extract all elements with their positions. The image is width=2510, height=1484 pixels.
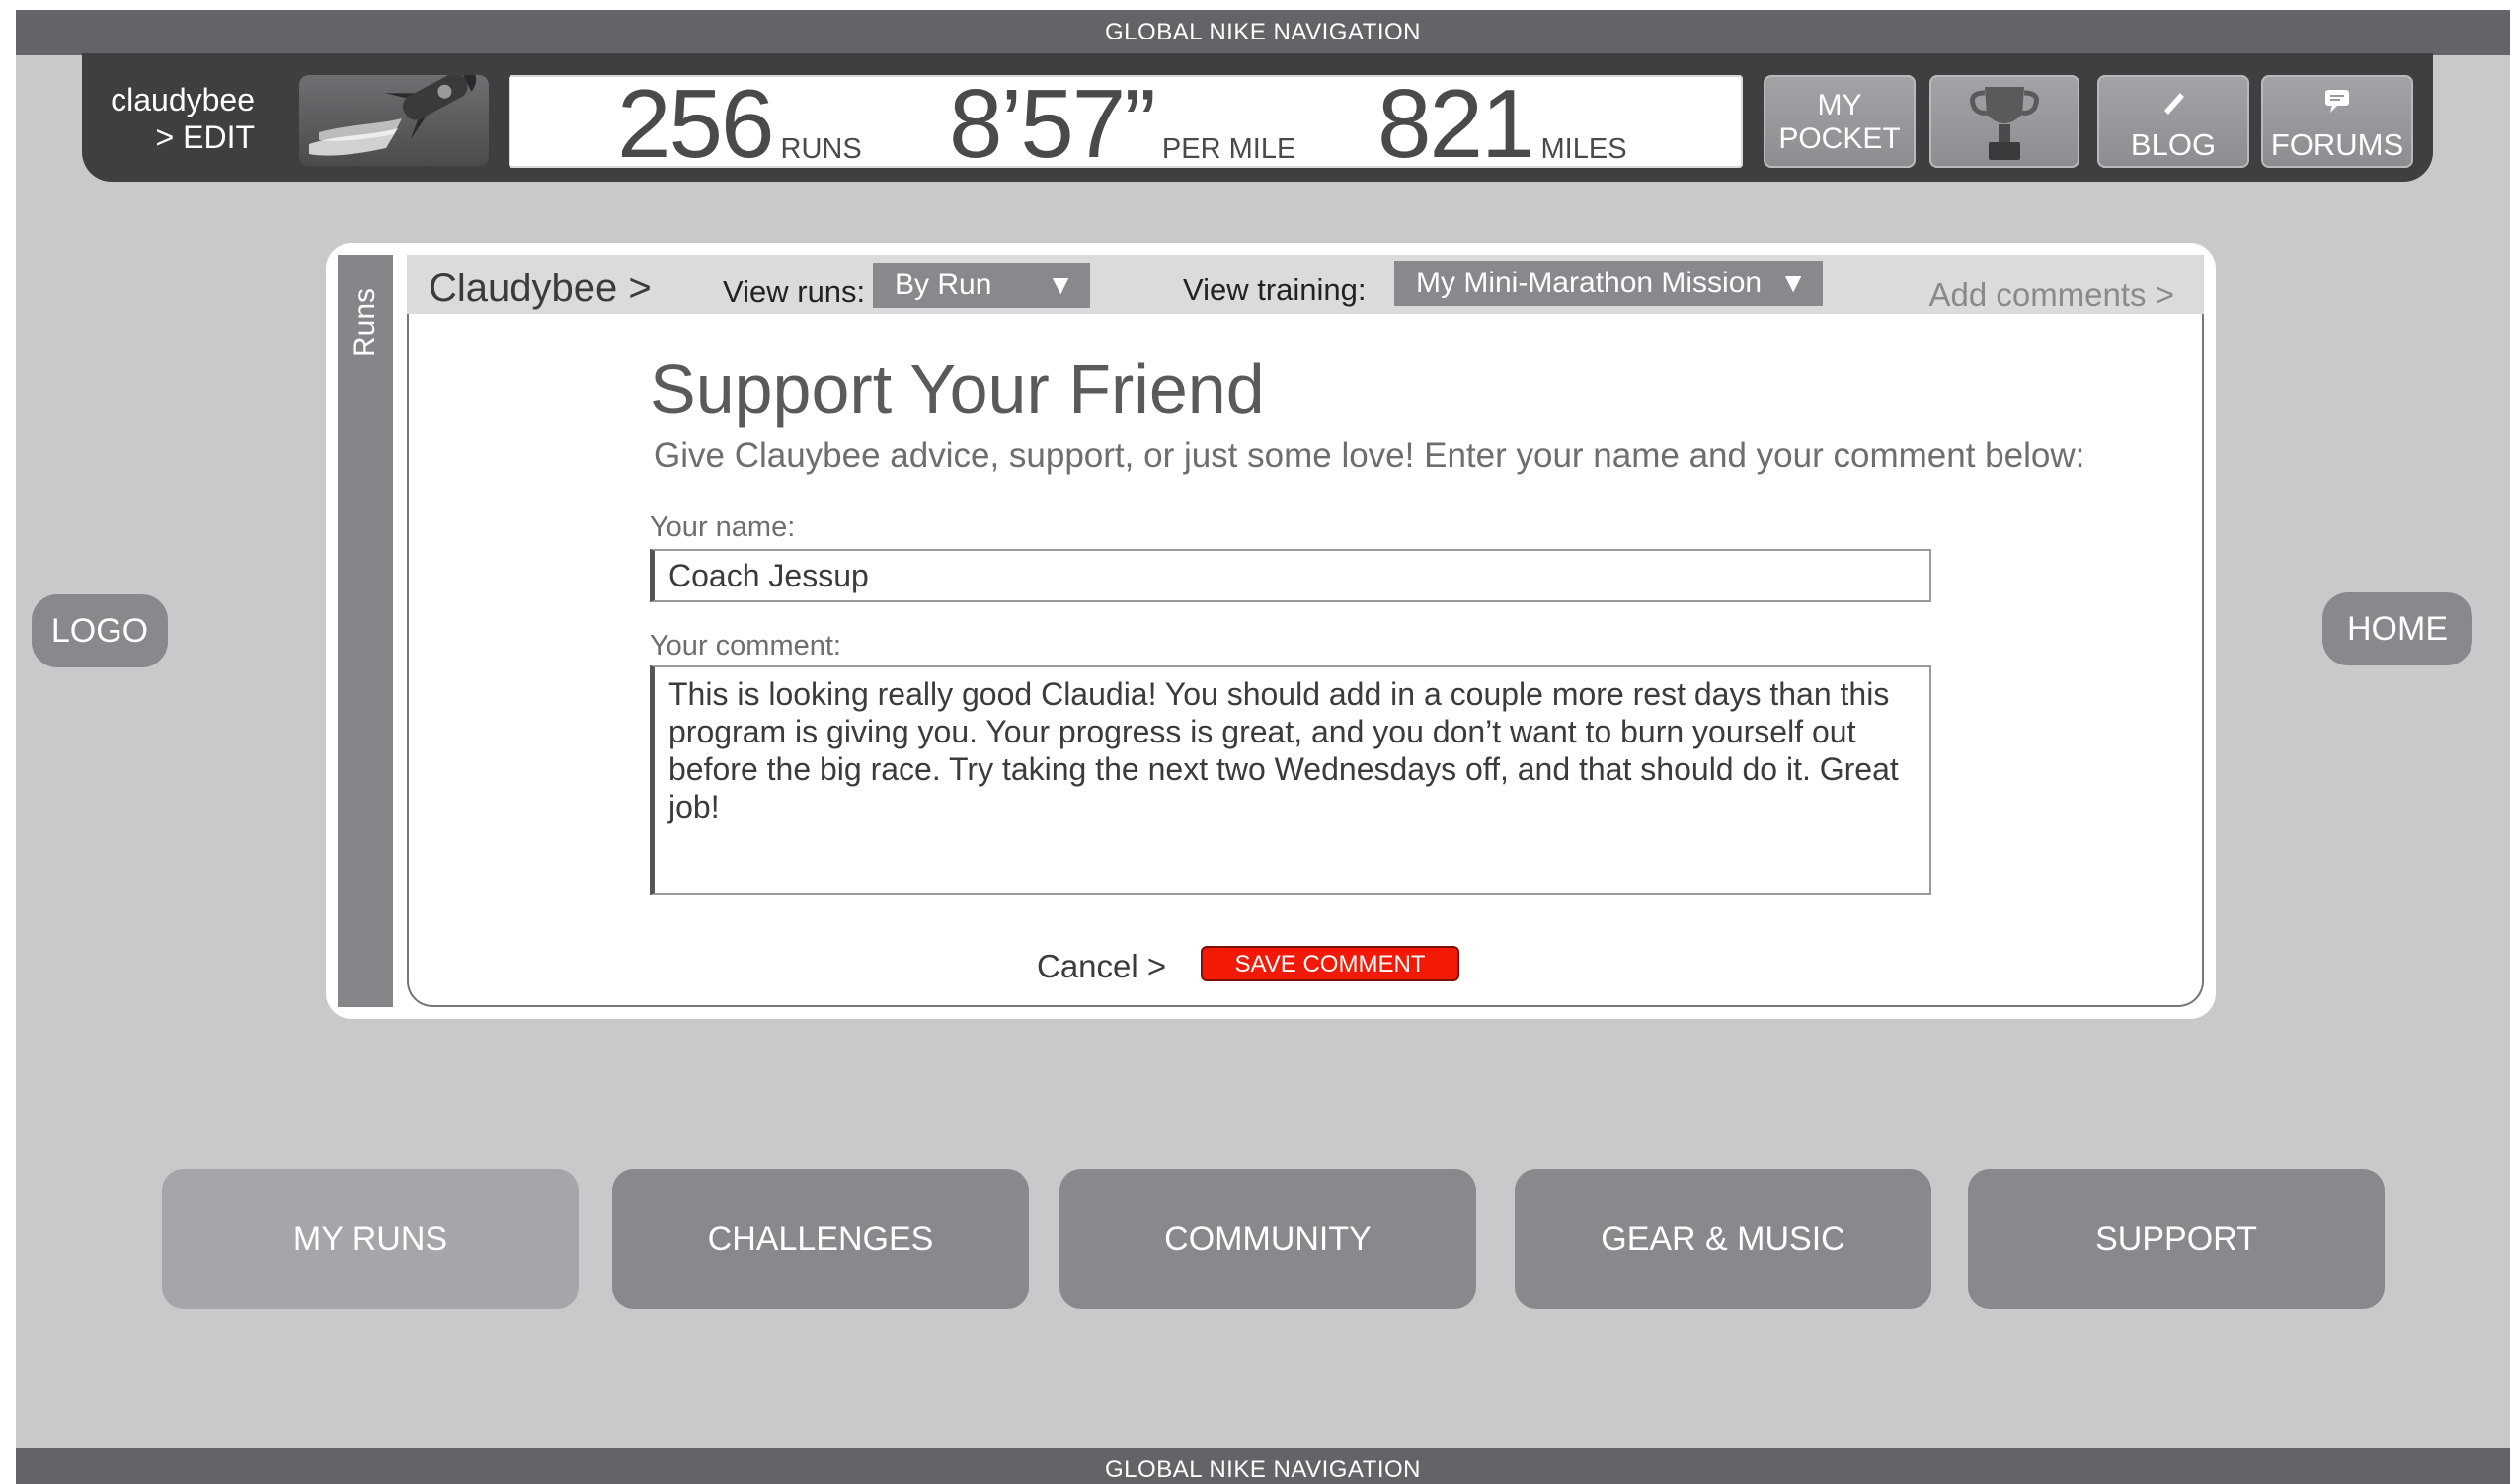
miles-count: 821 [1377,69,1535,178]
view-runs-label: View runs: [723,274,866,309]
view-runs-value: By Run [895,269,992,301]
stat-miles: 821 MILES [1377,75,1627,172]
cancel-button[interactable]: Cancel > [1037,948,1166,985]
pencil-icon [2097,87,2249,122]
view-runs-select[interactable]: By Run ▼ [873,263,1090,308]
comment-field[interactable]: This is looking really good Claudia! You… [650,665,1931,895]
save-comment-button[interactable]: SAVE COMMENT [1201,946,1459,981]
rocket-icon[interactable] [299,75,489,166]
blog-button[interactable]: BLOG [2097,75,2249,168]
stats-header-bar: claudybee > EDIT 256 RUNS 8’57” PER MILE… [82,53,2433,182]
name-label: Your name: [650,511,796,543]
miles-unit: MILES [1540,133,1627,165]
logo-button[interactable]: LOGO [32,594,168,667]
my-pocket-line2: POCKET [1778,122,1901,155]
global-nav-top[interactable]: GLOBAL NIKE NAVIGATION [16,10,2510,55]
nav-support[interactable]: SUPPORT [1968,1169,2385,1309]
user-block: claudybee > EDIT [82,81,255,156]
stat-pace: 8’57” PER MILE [949,75,1296,172]
nav-my-runs[interactable]: MY RUNS [162,1169,579,1309]
runs-tab[interactable]: Runs [338,255,393,1007]
page-subtitle: Give Clauybee advice, support, or just s… [654,436,2085,475]
pace-unit: PER MILE [1161,133,1296,165]
runs-tab-label: Runs [349,287,381,357]
support-friend-card: Runs Claudybee > View runs: By Run ▼ Vie… [326,243,2216,1019]
runs-count: 256 [617,69,775,178]
forums-label: FORUMS [2270,127,2404,162]
speech-bubble-icon [2261,87,2413,122]
chevron-down-icon: ▼ [1047,270,1074,300]
chevron-down-icon: ▼ [1779,268,1807,298]
home-button[interactable]: HOME [2322,592,2472,665]
global-nav-bottom[interactable]: GLOBAL NIKE NAVIGATION [16,1448,2510,1484]
stat-runs: 256 RUNS [617,75,862,172]
trophy-icon [1970,87,2039,160]
stats-panel: 256 RUNS 8’57” PER MILE 821 MILES [509,75,1743,172]
runs-unit: RUNS [780,133,862,165]
forums-button[interactable]: FORUMS [2261,75,2413,168]
comment-label: Your comment: [650,630,841,662]
username[interactable]: claudybee [82,81,255,118]
view-training-select[interactable]: My Mini-Marathon Mission ▼ [1394,261,1823,306]
add-comments-link[interactable]: Add comments > [1928,276,2174,314]
my-pocket-button[interactable]: MY POCKET [1764,75,1916,168]
card-toolbar: Claudybee > View runs: By Run ▼ View tra… [407,255,2204,314]
view-training-value: My Mini-Marathon Mission [1416,267,1763,299]
nav-challenges[interactable]: CHALLENGES [612,1169,1029,1309]
page-title: Support Your Friend [650,351,1265,428]
name-field[interactable] [650,549,1931,602]
nav-gear-music[interactable]: GEAR & MUSIC [1515,1169,1931,1309]
nav-community[interactable]: COMMUNITY [1059,1169,1476,1309]
view-training-label: View training: [1183,273,1367,307]
breadcrumb[interactable]: Claudybee > [429,267,652,311]
page-background: GLOBAL NIKE NAVIGATION claudybee > EDIT [16,10,2510,1484]
my-pocket-line1: MY [1817,89,1862,121]
blog-label: BLOG [2130,127,2217,162]
trophy-button[interactable] [1929,75,2079,168]
edit-profile-link[interactable]: > EDIT [82,118,255,156]
pace-value: 8’57” [949,69,1156,178]
